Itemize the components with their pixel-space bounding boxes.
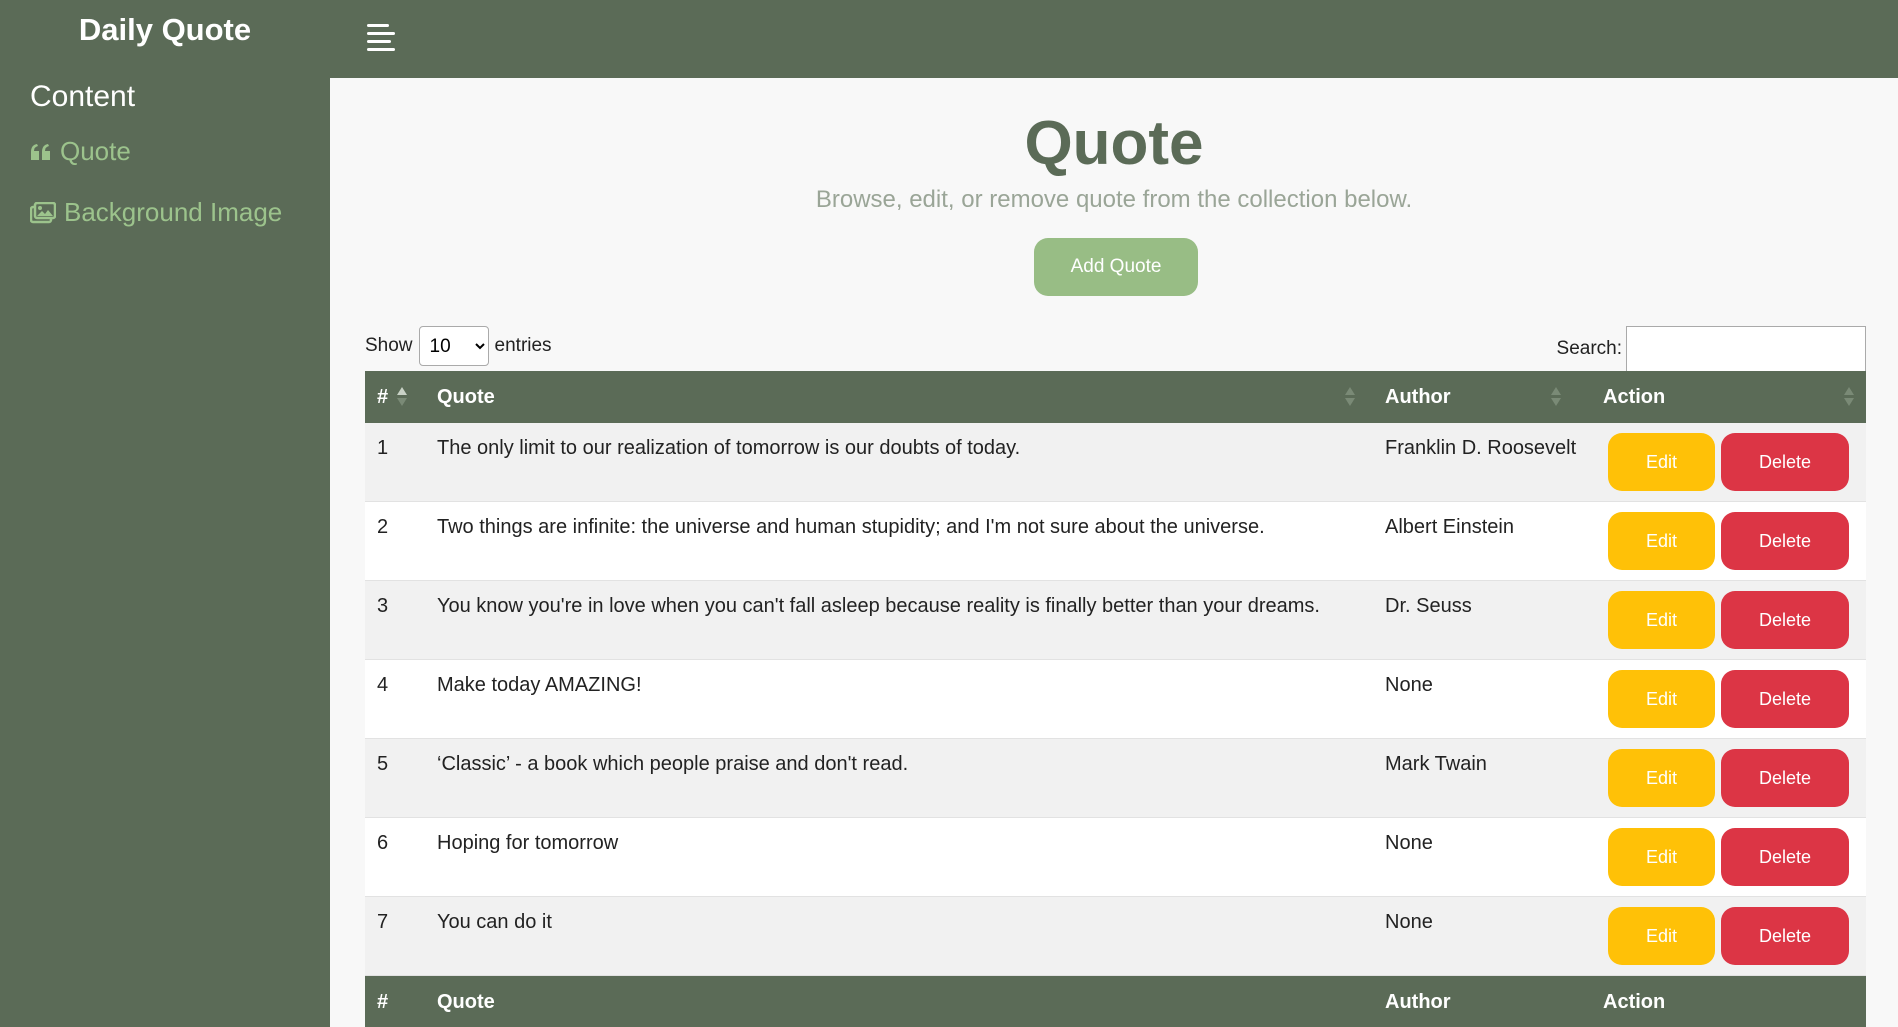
- row-number: 7: [377, 911, 389, 933]
- quote-left-icon: [30, 143, 52, 161]
- row-quote: Two things are infinite: the universe an…: [437, 516, 1265, 538]
- delete-button[interactable]: Delete: [1721, 433, 1849, 491]
- edit-button[interactable]: Edit: [1608, 591, 1715, 649]
- edit-button[interactable]: Edit: [1608, 907, 1715, 965]
- sidebar-item-quote[interactable]: Quote: [30, 136, 131, 167]
- row-number: 1: [377, 437, 389, 459]
- footer-column-action: Action: [1603, 991, 1666, 1013]
- delete-button[interactable]: Delete: [1721, 828, 1849, 886]
- row-author: Albert Einstein: [1385, 516, 1514, 538]
- table-row: 7 You can do it None Edit Delete: [365, 897, 1866, 976]
- delete-button[interactable]: Delete: [1721, 591, 1849, 649]
- row-number: 6: [377, 832, 389, 854]
- table-row: 5 ‘Classic’ - a book which people praise…: [365, 739, 1866, 818]
- search-control: Search:: [1557, 326, 1866, 372]
- footer-column-number: #: [377, 991, 389, 1013]
- add-quote-button[interactable]: Add Quote: [1034, 238, 1198, 296]
- delete-button[interactable]: Delete: [1721, 512, 1849, 570]
- edit-button[interactable]: Edit: [1608, 749, 1715, 807]
- footer-column-author: Author: [1385, 991, 1451, 1013]
- column-header-author[interactable]: Author: [1385, 371, 1451, 423]
- images-icon: [30, 201, 56, 224]
- row-quote: The only limit to our realization of tom…: [437, 437, 1021, 459]
- delete-button[interactable]: Delete: [1721, 907, 1849, 965]
- menu-toggle-icon[interactable]: [367, 24, 397, 52]
- row-quote: ‘Classic’ - a book which people praise a…: [437, 753, 909, 775]
- table-row: 2 Two things are infinite: the universe …: [365, 502, 1866, 581]
- table-footer: # Quote Author Action: [365, 976, 1866, 1027]
- edit-button[interactable]: Edit: [1608, 670, 1715, 728]
- edit-button[interactable]: Edit: [1608, 433, 1715, 491]
- table-row: 1 The only limit to our realization of t…: [365, 423, 1866, 502]
- row-quote: You can do it: [437, 911, 552, 933]
- delete-button[interactable]: Delete: [1721, 670, 1849, 728]
- page-subtitle: Browse, edit, or remove quote from the c…: [815, 186, 1413, 213]
- search-input[interactable]: [1626, 326, 1866, 372]
- row-author: Dr. Seuss: [1385, 595, 1472, 617]
- footer-column-quote: Quote: [437, 991, 495, 1013]
- page-length-control: Show 10 entries: [365, 326, 552, 366]
- table-row: 6 Hoping for tomorrow None Edit Delete: [365, 818, 1866, 897]
- edit-button[interactable]: Edit: [1608, 828, 1715, 886]
- search-label: Search:: [1556, 338, 1622, 359]
- row-number: 5: [377, 753, 389, 775]
- edit-button[interactable]: Edit: [1608, 512, 1715, 570]
- row-author: Franklin D. Roosevelt: [1385, 437, 1577, 459]
- page-title: Quote: [1024, 109, 1204, 178]
- sidebar-section-title: Content: [30, 80, 136, 113]
- sort-icon[interactable]: [1844, 387, 1854, 407]
- table-row: 4 Make today AMAZING! None Edit Delete: [365, 660, 1866, 739]
- sort-icon[interactable]: [1551, 387, 1561, 407]
- quotes-table: # Quote Author Action 1 The only limit t…: [365, 371, 1866, 1027]
- main-content: Quote Browse, edit, or remove quote from…: [330, 78, 1898, 1027]
- row-quote: You know you're in love when you can't f…: [437, 595, 1320, 617]
- column-header-quote[interactable]: Quote: [437, 371, 495, 423]
- row-author: None: [1385, 832, 1433, 854]
- sort-icon[interactable]: [1345, 387, 1355, 407]
- sidebar-item-label: Quote: [60, 136, 131, 166]
- row-quote: Hoping for tomorrow: [437, 832, 619, 854]
- sidebar-item-label: Background Image: [64, 197, 283, 227]
- delete-button[interactable]: Delete: [1721, 749, 1849, 807]
- row-number: 4: [377, 674, 389, 696]
- show-label: Show: [365, 335, 413, 356]
- sidebar: Daily Quote Content Quote Background Ima…: [0, 0, 330, 1027]
- sidebar-item-background-image[interactable]: Background Image: [30, 197, 282, 228]
- row-number: 2: [377, 516, 389, 538]
- row-author: None: [1385, 674, 1433, 696]
- column-header-number[interactable]: #: [377, 371, 388, 423]
- entries-label: entries: [494, 335, 552, 356]
- column-header-action[interactable]: Action: [1603, 371, 1665, 423]
- table-header: # Quote Author Action: [365, 371, 1866, 423]
- row-number: 3: [377, 595, 389, 617]
- table-row: 3 You know you're in love when you can't…: [365, 581, 1866, 660]
- top-navbar: [330, 0, 1898, 78]
- sort-asc-icon[interactable]: [397, 387, 407, 407]
- row-author: Mark Twain: [1385, 753, 1487, 775]
- page-length-select[interactable]: 10: [418, 326, 489, 366]
- brand-title[interactable]: Daily Quote: [0, 12, 330, 48]
- row-author: None: [1385, 911, 1433, 933]
- row-quote: Make today AMAZING!: [437, 674, 642, 696]
